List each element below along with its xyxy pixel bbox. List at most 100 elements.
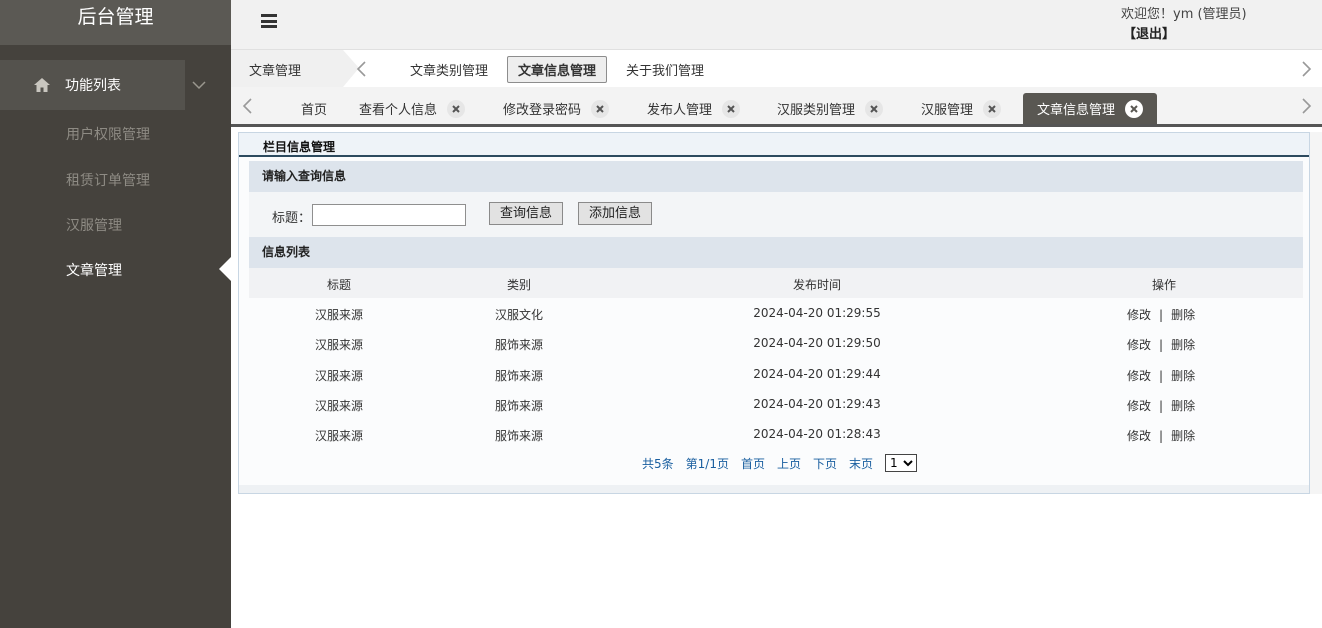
cell-title: 汉服来源 [314,429,364,443]
breadcrumb-label: 文章管理 [249,64,302,79]
pager-first-link[interactable]: 首页 [741,455,765,472]
tab-change-password[interactable]: 修改登录密码 [503,93,610,124]
tab-label: 汉服类别管理 [777,103,856,118]
table-row: 汉服来源 服饰来源 2024-04-20 01:29:43 修改 | 删除 [249,389,1303,419]
pager-total: 共5条 [642,456,674,471]
chevron-down-icon[interactable] [190,78,208,92]
cell-category: 服饰来源 [494,429,544,443]
close-icon[interactable] [591,99,610,118]
cell-category: 服饰来源 [494,338,544,352]
edit-link[interactable]: 修改 [1127,429,1151,443]
search-row: 标题： 查询信息 添加信息 [249,192,1303,237]
home-icon [33,76,51,94]
delete-link[interactable]: 删除 [1171,369,1195,383]
tab-label: 修改登录密码 [503,103,582,118]
tab-scroll-left-icon[interactable] [241,96,255,116]
tab-label: 汉服管理 [921,103,974,118]
tab-hanfu[interactable]: 汉服管理 [921,93,1002,124]
function-list-label: 功能列表 [65,78,121,94]
tab-scroll-right-icon[interactable] [1299,96,1313,116]
separator: | [1159,429,1164,443]
panel-right-gutter [1310,132,1322,494]
sidebar-item-hanfu[interactable]: 汉服管理 [66,215,122,235]
breadcrumb: 文章管理 [231,50,343,87]
cell-time: 2024-04-20 01:29:43 [753,397,881,411]
edit-link[interactable]: 修改 [1127,369,1151,383]
pager-page-info: 第1/1页 [685,456,729,471]
title-search-input[interactable] [312,204,466,226]
edit-link[interactable]: 修改 [1127,338,1151,352]
pager-last-link[interactable]: 末页 [849,455,873,472]
cell-actions: 修改 | 删除 [1127,397,1195,414]
edit-link[interactable]: 修改 [1127,399,1151,413]
cell-title: 汉服来源 [314,308,364,322]
sidebar-item-user-permissions[interactable]: 用户权限管理 [66,124,150,144]
close-icon[interactable] [983,99,1002,118]
cell-title: 汉服来源 [314,369,364,383]
query-section-heading: 请输入查询信息 [249,161,1303,192]
subnav-link-article-categories[interactable]: 文章类别管理 [410,60,488,79]
sub-navigation: 文章管理 文章类别管理 文章信息管理 关于我们管理 [231,49,1322,87]
function-list-header[interactable]: 功能列表 [0,60,185,110]
tab-hanfu-categories[interactable]: 汉服类别管理 [777,93,884,124]
chevron-right-icon[interactable] [1299,59,1313,79]
table-row: 汉服来源 汉服文化 2024-04-20 01:29:55 修改 | 删除 [249,298,1303,328]
close-icon[interactable] [1125,99,1144,118]
brand-title: 后台管理 [0,0,231,45]
sidebar-item-rental-orders[interactable]: 租赁订单管理 [66,170,150,190]
content-panel: 栏目信息管理 请输入查询信息 标题： 查询信息 添加信息 信息列表 标题 类别 … [238,132,1310,494]
tab-label: 首页 [301,103,328,118]
close-icon[interactable] [865,99,884,118]
separator: | [1159,369,1164,383]
subnav-link-article-info[interactable]: 文章信息管理 [507,56,608,83]
add-button[interactable]: 添加信息 [578,202,653,225]
cell-title: 汉服来源 [314,399,364,413]
list-section-heading: 信息列表 [249,237,1303,268]
table-row: 汉服来源 服饰来源 2024-04-20 01:29:50 修改 | 删除 [249,328,1303,358]
column-header-title: 标题 [326,278,352,292]
tab-profile[interactable]: 查看个人信息 [359,93,466,124]
tab-strip: 首页 查看个人信息 修改登录密码 发布人管理 汉服类别管理 汉服管理 文章信息管… [231,87,1322,127]
pager-prev-link[interactable]: 上页 [777,455,801,472]
sidebar: 后台管理 功能列表 用户权限管理 租赁订单管理 汉服管理 文章管理 [0,0,231,628]
menu-toggle-icon[interactable] [261,14,277,28]
cell-time: 2024-04-20 01:29:55 [753,306,881,320]
tab-label: 文章信息管理 [1037,103,1116,118]
active-indicator [219,257,231,281]
cell-time: 2024-04-20 01:28:43 [753,427,881,441]
column-header-category: 类别 [506,278,532,292]
cell-title: 汉服来源 [314,338,364,352]
chevron-left-icon[interactable] [355,59,369,79]
cell-actions: 修改 | 删除 [1127,427,1195,444]
delete-link[interactable]: 删除 [1171,429,1195,443]
close-icon[interactable] [722,99,741,118]
close-icon[interactable] [447,99,466,118]
separator: | [1159,338,1164,352]
title-search-label: 标题： [272,211,312,226]
cell-category: 服饰来源 [494,399,544,413]
cell-actions: 修改 | 删除 [1127,306,1195,323]
delete-link[interactable]: 删除 [1171,308,1195,322]
panel-title: 栏目信息管理 [239,133,1309,157]
separator: | [1159,308,1164,322]
delete-link[interactable]: 删除 [1171,338,1195,352]
separator: | [1159,399,1164,413]
pager-next-link[interactable]: 下页 [813,455,837,472]
tab-publisher[interactable]: 发布人管理 [647,93,741,124]
cell-category: 汉服文化 [494,308,544,322]
cell-time: 2024-04-20 01:29:50 [753,336,881,350]
sidebar-item-articles[interactable]: 文章管理 [66,260,122,280]
edit-link[interactable]: 修改 [1127,308,1151,322]
page-select[interactable]: 1 [885,454,918,472]
tab-home[interactable]: 首页 [301,93,327,124]
delete-link[interactable]: 删除 [1171,399,1195,413]
tab-article-info[interactable]: 文章信息管理 [1023,93,1158,124]
pagination: 共5条 第1/1页 首页 上页 下页 末页 1 [642,454,918,472]
panel-footer [239,485,1309,493]
logout-link[interactable]: 【退出】 [1123,23,1175,42]
cell-category: 服饰来源 [494,369,544,383]
query-button[interactable]: 查询信息 [489,202,564,225]
subnav-link-about-us[interactable]: 关于我们管理 [626,60,704,79]
welcome-text: 欢迎您！ym (管理员) [1121,7,1247,22]
cell-actions: 修改 | 删除 [1127,336,1195,353]
